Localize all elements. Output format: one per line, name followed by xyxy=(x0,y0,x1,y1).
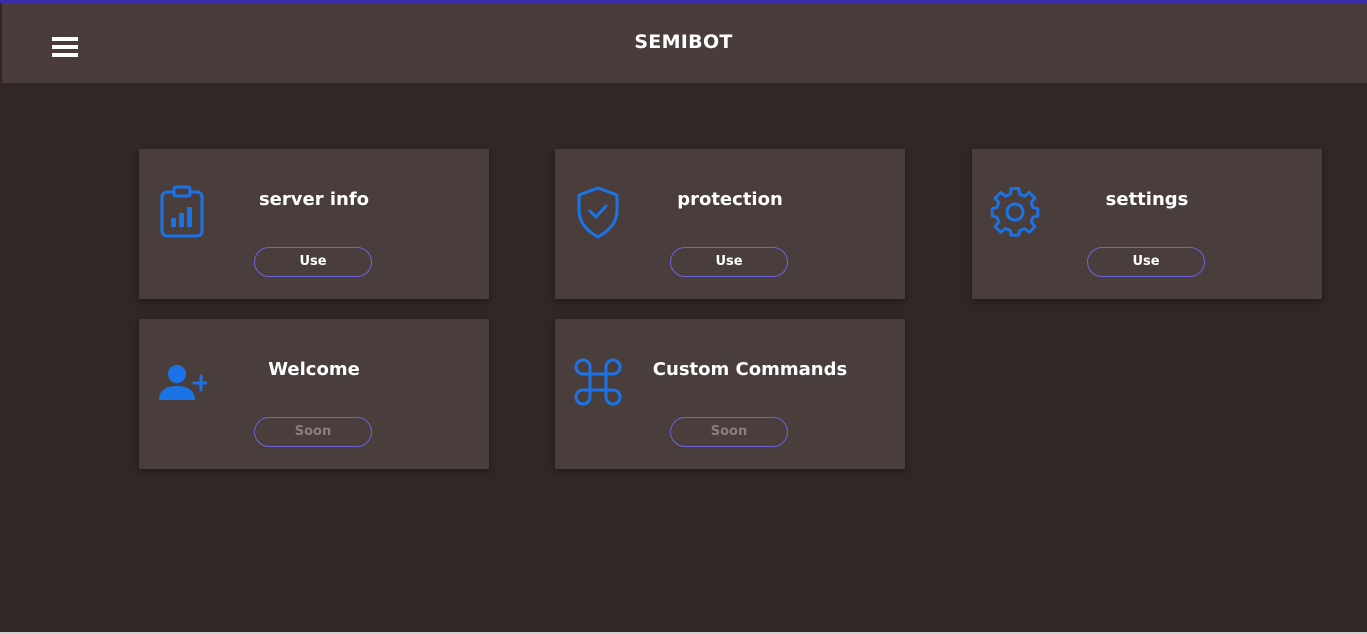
brand-title: SEMIBOT xyxy=(634,31,733,53)
soon-button-custom-commands: Soon xyxy=(670,417,788,447)
use-button-protection[interactable]: Use xyxy=(670,247,788,277)
card-title: Welcome xyxy=(268,359,360,380)
card-title: settings xyxy=(1105,189,1189,210)
soon-button-welcome: Soon xyxy=(254,417,372,447)
use-button-server-info[interactable]: Use xyxy=(254,247,372,277)
card-protection: protection Use xyxy=(555,149,905,299)
card-settings: settings Use xyxy=(972,149,1322,299)
card-welcome: Welcome Soon xyxy=(139,319,489,469)
card-title: protection xyxy=(677,189,783,210)
card-title: Custom Commands xyxy=(652,359,848,380)
card-custom-commands: Custom Commands Soon xyxy=(555,319,905,469)
card-server-info: server info Use xyxy=(139,149,489,299)
card-title: server info xyxy=(258,189,370,210)
use-button-settings[interactable]: Use xyxy=(1087,247,1205,277)
